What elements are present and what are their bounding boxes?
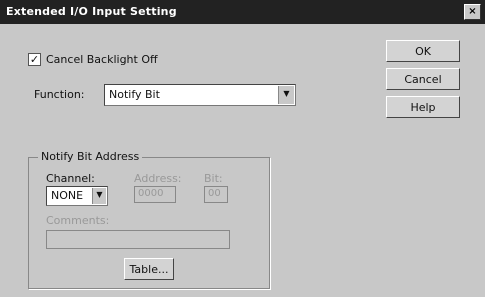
channel-dropdown-value: NONE: [51, 189, 84, 202]
chevron-down-icon[interactable]: ▼: [92, 188, 106, 204]
channel-dropdown[interactable]: NONE ▼: [46, 186, 108, 206]
help-button[interactable]: Help: [386, 96, 460, 118]
close-button[interactable]: ×: [464, 4, 481, 20]
bit-field[interactable]: 00: [204, 186, 228, 203]
bit-label: Bit:: [204, 172, 223, 185]
cancel-button[interactable]: Cancel: [386, 68, 460, 90]
channel-label: Channel:: [46, 172, 95, 185]
cancel-backlight-off-label: Cancel Backlight Off: [46, 53, 158, 66]
comments-label: Comments:: [46, 214, 110, 227]
cancel-backlight-off-option[interactable]: ✓ Cancel Backlight Off: [28, 53, 158, 66]
function-dropdown[interactable]: Notify Bit ▼: [104, 84, 296, 106]
function-label: Function:: [34, 88, 85, 101]
comments-field[interactable]: [46, 230, 230, 249]
window-title: Extended I/O Input Setting: [6, 5, 177, 18]
cancel-backlight-off-checkbox[interactable]: ✓: [28, 53, 41, 66]
function-dropdown-value: Notify Bit: [109, 88, 160, 101]
check-mark-icon: ✓: [29, 53, 40, 66]
group-title: Notify Bit Address: [38, 150, 143, 163]
close-icon: ×: [468, 6, 477, 17]
title-bar: Extended I/O Input Setting ×: [0, 0, 485, 24]
chevron-down-icon[interactable]: ▼: [278, 86, 294, 104]
ok-button[interactable]: OK: [386, 40, 460, 62]
address-field[interactable]: 0000: [134, 186, 176, 203]
address-label: Address:: [134, 172, 182, 185]
table-button[interactable]: Table...: [124, 258, 174, 280]
